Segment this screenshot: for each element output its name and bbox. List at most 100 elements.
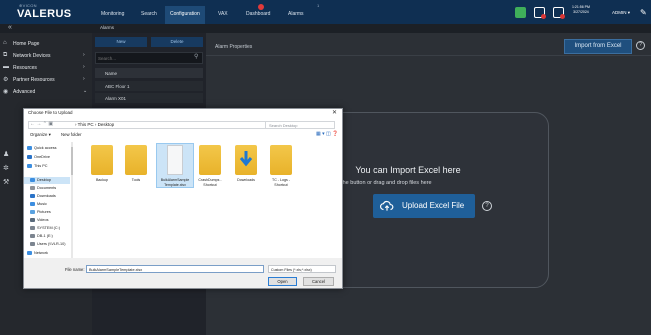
nav-search[interactable]: Search: [141, 11, 157, 17]
downloads-icon: [30, 194, 35, 198]
download-arrow-icon: [239, 151, 253, 167]
nav-arrows-icon[interactable]: ← → ⌃ ▣: [30, 121, 53, 127]
file-item[interactable]: Tools: [121, 145, 151, 195]
top-counter: 1: [317, 3, 320, 8]
tree-item[interactable]: Videos: [30, 218, 49, 222]
sub-bar: [0, 24, 651, 33]
documents-icon: [30, 186, 35, 190]
app-root: ⊕VICON VALERUS Monitoring Search Configu…: [0, 0, 651, 335]
tree-item-label: This PC: [34, 164, 48, 168]
edit-pen-icon[interactable]: ✎: [640, 8, 647, 17]
tree-item[interactable]: Documents: [30, 186, 56, 190]
upload-excel-file-button[interactable]: Upload Excel File: [373, 194, 475, 218]
tree-item-desktop[interactable]: Desktop: [30, 178, 51, 182]
new-button[interactable]: New: [95, 37, 147, 47]
sidebar-item-label: Partner Resources: [13, 77, 55, 83]
list-item[interactable]: ABC Floor 1: [95, 81, 203, 91]
chevron-right-icon: ›: [83, 76, 85, 82]
help-icon[interactable]: ?: [636, 41, 645, 50]
settings-icon[interactable]: ✲: [3, 164, 9, 172]
tree-item-label: Downloads: [37, 194, 56, 198]
view-options-icon[interactable]: ▦ ▾ ◫ ❓: [316, 131, 338, 137]
monitor-status-icon[interactable]: [515, 7, 526, 18]
home-icon: ⌂: [3, 40, 7, 46]
resources-icon: ▬: [3, 64, 9, 70]
file-item[interactable]: Backup: [87, 145, 117, 195]
brand-logo[interactable]: VALERUS: [17, 8, 72, 20]
filetype-select[interactable]: Custom Files (*.xls;*.xlsx): [268, 265, 336, 273]
file-item[interactable]: TC - Logs - Shortcut: [266, 145, 296, 195]
alert-bell-icon[interactable]: [534, 7, 546, 19]
clock-date: 3/27/2024: [573, 10, 589, 14]
search-field[interactable]: [95, 52, 203, 64]
collapse-icon[interactable]: «: [8, 24, 12, 31]
nav-vax[interactable]: VAX: [218, 11, 228, 17]
videos-icon: [30, 218, 35, 222]
folder-shortcut-icon: [270, 145, 292, 175]
person-icon[interactable]: ♟: [3, 150, 9, 158]
network-icon: ⧉: [3, 52, 8, 58]
music-icon: [30, 202, 35, 206]
nav-alarms[interactable]: Alarms: [288, 11, 304, 17]
filename-label: File name:: [65, 267, 85, 272]
tree-item[interactable]: SYSTEM (C:): [30, 226, 60, 230]
nav-configuration-label: Configuration: [170, 11, 200, 17]
tree-item[interactable]: Music: [30, 202, 47, 206]
tree-item[interactable]: Quick access: [27, 146, 57, 150]
address-path[interactable]: › This PC › Desktop: [75, 122, 114, 127]
tree-item-label: Desktop: [37, 178, 51, 182]
sidebar-item-resources[interactable]: ▬ Resources ›: [0, 62, 92, 74]
tree-item[interactable]: Network: [27, 251, 48, 255]
tools-icon[interactable]: ⚒: [3, 178, 9, 186]
new-folder-button[interactable]: New folder: [61, 132, 82, 137]
sidebar-item-network-devices[interactable]: ⧉ Network Devices ›: [0, 50, 92, 62]
import-from-excel-button[interactable]: Import from Excel: [564, 39, 632, 54]
drive-icon: [30, 226, 35, 230]
tree-item-label: Videos: [37, 218, 49, 222]
tree-item[interactable]: Pictures: [30, 210, 51, 214]
file-item[interactable]: CrashDumps - Shortcut: [195, 145, 225, 195]
search-input[interactable]: [98, 55, 188, 62]
open-button[interactable]: Open: [268, 277, 297, 286]
document-icon: [167, 145, 183, 175]
nav-configuration[interactable]: Configuration: [165, 6, 205, 24]
list-item[interactable]: Alarm X01: [95, 93, 203, 103]
tree-item[interactable]: DB-1 (E:): [30, 234, 53, 238]
sidebar-item-label: Home Page: [13, 41, 40, 47]
address-bar[interactable]: [28, 121, 278, 129]
sidebar-item-home[interactable]: ⌂ Home Page: [0, 38, 92, 50]
dialog-search-input[interactable]: Search Desktop: [265, 121, 335, 129]
sidebar-item-advanced[interactable]: ◉ Advanced ⌄: [0, 86, 92, 98]
tree-item[interactable]: OneDrive: [27, 155, 50, 159]
properties-title: Alarm Properties: [215, 44, 253, 50]
close-icon[interactable]: ✕: [332, 109, 337, 116]
search-icon[interactable]: ⚲: [194, 53, 198, 60]
nav-monitoring[interactable]: Monitoring: [101, 11, 124, 17]
drop-zone-subtitle: Click on the button or drag and drop fil…: [320, 180, 432, 186]
network-icon: [27, 251, 32, 255]
advanced-icon: ◉: [3, 89, 9, 95]
nav-dashboard[interactable]: Dashboard: [246, 11, 270, 17]
tree-item[interactable]: Users (\\VLR-10): [30, 242, 65, 246]
file-item-selected[interactable]: BulkAlarmSampleTemplate.xlsx: [160, 145, 190, 195]
tree-item-label: Network: [34, 251, 48, 255]
cancel-button[interactable]: Cancel: [303, 277, 334, 286]
flag-alert-icon[interactable]: [553, 7, 565, 19]
sidebar-item-label: Advanced: [13, 89, 36, 95]
organize-button[interactable]: Organize ▾: [30, 132, 51, 138]
upload-button-label: Upload Excel File: [402, 201, 465, 210]
subtab-alarms[interactable]: Alarms: [100, 25, 114, 30]
tree-item[interactable]: Downloads: [30, 194, 56, 198]
delete-button[interactable]: Delete: [151, 37, 203, 47]
filetype-value: Custom Files (*.xls;*.xlsx): [271, 267, 312, 272]
help-icon[interactable]: ?: [482, 201, 492, 211]
file-item-label: CrashDumps - Shortcut: [198, 178, 222, 187]
cloud-upload-icon: [380, 200, 394, 211]
tree-item[interactable]: This PC: [27, 164, 48, 168]
file-item-label: Backup: [96, 178, 108, 182]
file-item[interactable]: Downloads: [231, 145, 261, 195]
dialog-title: Choose File to Upload: [28, 110, 73, 115]
sidebar-item-partner-resources[interactable]: ⚙ Partner Resources ›: [0, 74, 92, 86]
filename-input[interactable]: BulkAlarmSampleTemplate.xlsx: [86, 265, 264, 273]
user-menu[interactable]: ADMIN ▾: [612, 10, 630, 16]
